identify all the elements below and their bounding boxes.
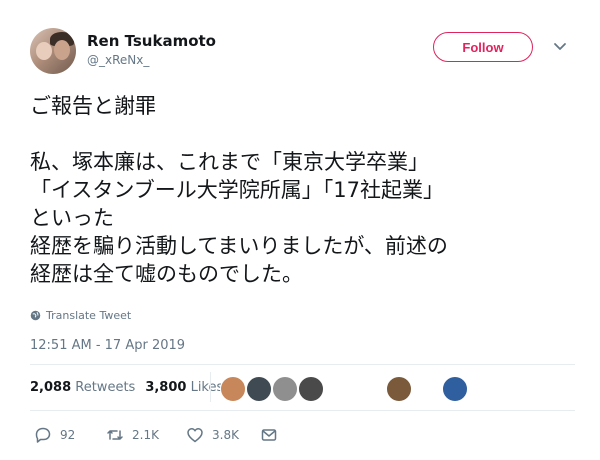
reply-icon — [35, 427, 51, 443]
user-handle[interactable]: @_xReNx_ — [87, 53, 149, 67]
retweets-stat[interactable]: 2,088 Retweets — [30, 380, 135, 395]
retweet-count: 2.1K — [132, 428, 159, 442]
liker-avatar-5[interactable] — [386, 376, 412, 402]
tweet-line: といった — [30, 206, 114, 230]
avatar-face-right — [54, 40, 70, 60]
tweet-line: 「イスタンブール大学院所属」「17社起業」 — [30, 178, 444, 202]
translate-label: Translate Tweet — [46, 309, 132, 322]
reply-count: 92 — [60, 428, 76, 442]
likes-stat[interactable]: 3,800 Likes — [145, 380, 223, 395]
liker-avatar-6[interactable] — [442, 376, 468, 402]
tweet-text: ご報告と謝罪 私、塚本廉は、これまで「東京大学卒業」 「イスタンブール大学院所属… — [30, 92, 575, 288]
envelope-icon — [261, 429, 277, 441]
retweets-label: Retweets — [75, 380, 136, 395]
liker-avatar-2[interactable] — [246, 376, 272, 402]
retweets-count: 2,088 — [30, 380, 72, 395]
globe-icon — [30, 310, 41, 321]
likes-count: 3,800 — [145, 380, 187, 395]
like-button[interactable]: 3.8K — [186, 426, 239, 444]
likes-label: Likes — [190, 380, 224, 395]
liker-avatar-1[interactable] — [220, 376, 246, 402]
like-count: 3.8K — [212, 428, 239, 442]
reply-button[interactable]: 92 — [34, 426, 75, 444]
heart-icon — [187, 428, 203, 443]
liker-avatar-4[interactable] — [298, 376, 324, 402]
tweet-stats: 2,088 Retweets 3,800 Likes — [30, 380, 223, 395]
stats-separator — [210, 372, 211, 402]
translate-tweet-link[interactable]: Translate Tweet — [30, 309, 131, 322]
tweet-card: Ren Tsukamoto @_xReNx_ Follow ご報告と謝罪 私、塚… — [0, 0, 600, 460]
retweet-button[interactable]: 2.1K — [106, 426, 159, 444]
divider-top — [30, 364, 575, 365]
tweet-line: ご報告と謝罪 — [30, 94, 156, 118]
tweet-timestamp[interactable]: 12:51 AM - 17 Apr 2019 — [30, 338, 185, 353]
chevron-down-icon[interactable] — [553, 40, 567, 54]
divider-bottom — [30, 410, 575, 411]
direct-message-button[interactable] — [260, 426, 278, 444]
user-avatar[interactable] — [30, 28, 76, 74]
tweet-line: 経歴を騙り活動してまいりましたが、前述の — [30, 234, 448, 258]
avatar-face-left — [36, 42, 52, 60]
retweet-icon — [107, 430, 123, 440]
tweet-line: 私、塚本廉は、これまで「東京大学卒業」 — [30, 150, 429, 174]
follow-button[interactable]: Follow — [433, 32, 533, 62]
display-name[interactable]: Ren Tsukamoto — [87, 32, 216, 50]
tweet-line: 経歴は全て嘘のものでした。 — [30, 262, 303, 286]
liker-avatar-3[interactable] — [272, 376, 298, 402]
